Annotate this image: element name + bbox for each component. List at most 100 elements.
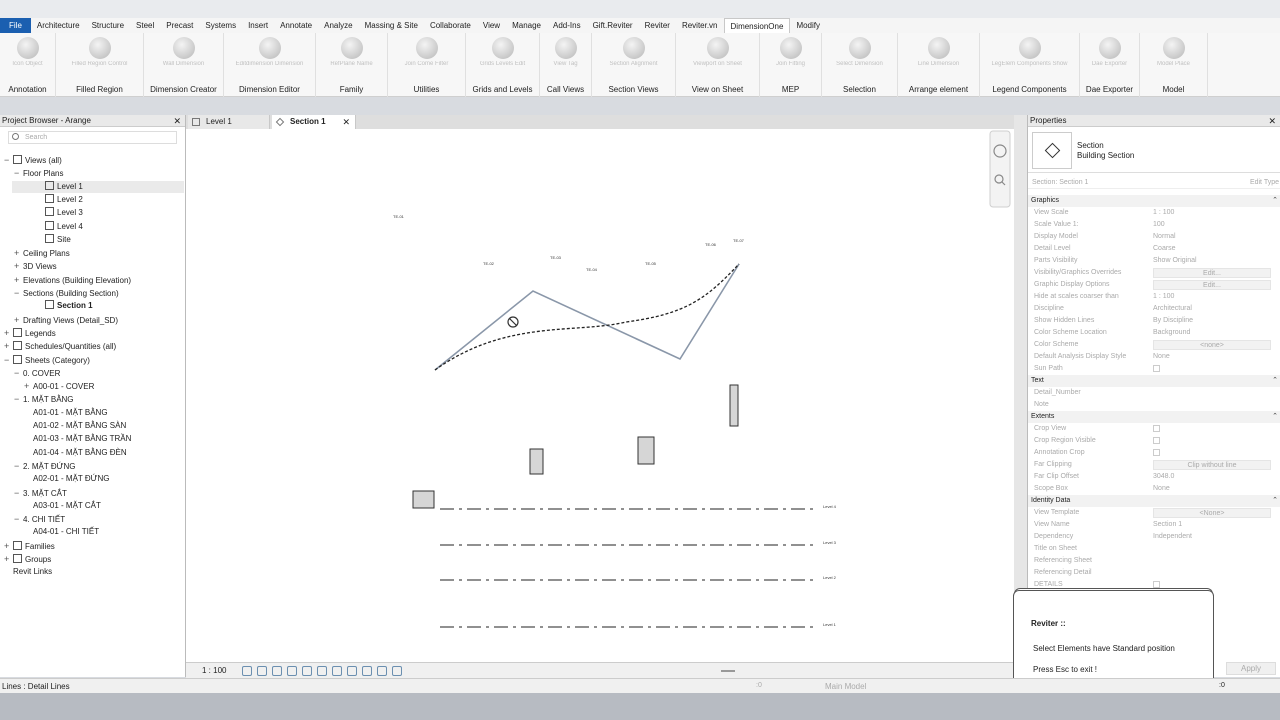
tree-item[interactable]: A04-01 - CHI TIẾT: [24, 526, 99, 538]
property-value[interactable]: Independent: [1153, 531, 1192, 543]
menu-tab-gift-reviter[interactable]: Gift.Reviter: [587, 18, 639, 33]
filter-count[interactable]: :0: [1219, 682, 1225, 689]
tool-button-label[interactable]: Join Come Filter: [388, 61, 465, 67]
tool-button-label[interactable]: Filled Region Control: [56, 61, 143, 67]
property-value[interactable]: Show Original: [1153, 255, 1197, 267]
expand-icon[interactable]: +: [14, 314, 23, 326]
tree-item[interactable]: A01-04 - MẶT BẰNG ĐÈN: [24, 447, 127, 459]
tree-item[interactable]: +3D Views: [14, 260, 57, 272]
close-icon[interactable]: ✕: [342, 115, 350, 129]
tree-item[interactable]: − Views (all): [4, 154, 62, 166]
show-crop-icon[interactable]: [317, 666, 327, 676]
tree-item[interactable]: Section 1: [36, 300, 93, 312]
tool-icon[interactable]: [16, 37, 39, 59]
menu-tab-reviter[interactable]: Reviter: [639, 18, 676, 33]
tool-button-label[interactable]: Editdimension Dimension: [224, 61, 315, 67]
property-value[interactable]: Normal: [1153, 231, 1176, 243]
tool-button-label[interactable]: RefPlane Name: [316, 61, 387, 67]
collapse-icon[interactable]: −: [4, 154, 13, 166]
collapse-icon[interactable]: −: [14, 460, 23, 472]
close-icon[interactable]: ✕: [1268, 115, 1276, 127]
tool-icon[interactable]: [848, 37, 871, 59]
tree-item[interactable]: Level 2: [36, 193, 83, 206]
expand-icon[interactable]: +: [14, 260, 23, 272]
tree-item[interactable]: + Ceiling Plans: [14, 247, 70, 259]
tree-item[interactable]: −3. MẶT CẮT: [14, 487, 67, 499]
collapse-icon[interactable]: −: [14, 167, 23, 179]
visual-style-icon[interactable]: [257, 666, 267, 676]
tree-item[interactable]: + Families: [4, 540, 55, 552]
menu-tab-reviter-vn[interactable]: Reviter.vn: [676, 18, 724, 33]
tool-icon[interactable]: [491, 37, 514, 59]
property-edit-button[interactable]: <none>: [1153, 340, 1271, 350]
instance-filter[interactable]: Section: Section 1 Edit Type: [1028, 177, 1280, 189]
tool-icon[interactable]: [706, 37, 729, 59]
tool-icon[interactable]: [258, 37, 281, 59]
menu-tab-insert[interactable]: Insert: [242, 18, 274, 33]
menu-tab-dimensionone[interactable]: DimensionOne: [723, 18, 791, 33]
property-value[interactable]: Architectural: [1153, 303, 1192, 315]
menu-tab-view[interactable]: View: [477, 18, 506, 33]
tool-icon[interactable]: [554, 37, 577, 59]
property-edit-button[interactable]: Clip without line: [1153, 460, 1271, 470]
tree-item[interactable]: + Drafting Views (Detail_SD): [14, 314, 118, 326]
collapse-icon[interactable]: −: [4, 354, 13, 366]
tool-button-label[interactable]: Icon Object: [0, 61, 55, 67]
detail-level-icon[interactable]: [242, 666, 252, 676]
close-icon[interactable]: ✕: [173, 115, 181, 127]
menu-tab-architecture[interactable]: Architecture: [31, 18, 86, 33]
property-value[interactable]: 1 : 100: [1153, 291, 1174, 303]
tool-icon[interactable]: [1018, 37, 1041, 59]
reveal-constraints-icon[interactable]: [392, 666, 402, 676]
property-edit-button[interactable]: Edit...: [1153, 280, 1271, 290]
property-checkbox[interactable]: [1153, 449, 1160, 456]
tool-icon[interactable]: [415, 37, 438, 59]
collapse-icon[interactable]: −: [14, 487, 23, 499]
horizontal-scrollbar[interactable]: [721, 670, 735, 672]
tool-button-label[interactable]: View Tag: [540, 61, 591, 67]
collapse-icon[interactable]: −: [14, 393, 23, 405]
menu-tab-file[interactable]: File: [0, 18, 31, 33]
temporary-hide-icon[interactable]: [332, 666, 342, 676]
search-input[interactable]: Search: [8, 131, 177, 144]
view-scale[interactable]: 1 : 100: [202, 666, 226, 675]
tree-item[interactable]: Revit Links: [4, 566, 52, 578]
property-value[interactable]: Coarse: [1153, 243, 1176, 255]
tool-icon[interactable]: [779, 37, 802, 59]
collapse-icon[interactable]: −: [14, 367, 23, 379]
tool-icon[interactable]: [1162, 37, 1185, 59]
tree-item[interactable]: −0. COVER: [14, 367, 60, 379]
shadows-icon[interactable]: [287, 666, 297, 676]
property-checkbox[interactable]: [1153, 365, 1160, 372]
property-group[interactable]: Extents ⌃: [1028, 411, 1280, 423]
reveal-hidden-icon[interactable]: [347, 666, 357, 676]
tree-item[interactable]: A03-01 - MẶT CẮT: [24, 500, 101, 512]
property-value[interactable]: Background: [1153, 327, 1190, 339]
property-value[interactable]: None: [1153, 483, 1170, 495]
menu-tab-collaborate[interactable]: Collaborate: [424, 18, 477, 33]
property-checkbox[interactable]: [1153, 437, 1160, 444]
property-value[interactable]: None: [1153, 351, 1170, 363]
tab-level-1[interactable]: Level 1: [188, 115, 270, 129]
tree-item[interactable]: −4. CHI TIẾT: [14, 513, 65, 525]
expand-icon[interactable]: +: [24, 380, 33, 392]
property-group[interactable]: Identity Data ⌃: [1028, 495, 1280, 507]
property-group[interactable]: Text ⌃: [1028, 375, 1280, 387]
tree-item[interactable]: Site: [36, 233, 71, 246]
property-edit-button[interactable]: <None>: [1153, 508, 1271, 518]
tool-button-label[interactable]: Join Fitting: [760, 61, 821, 67]
tree-item[interactable]: − Sheets (Category): [4, 354, 90, 366]
apply-button[interactable]: Apply: [1226, 662, 1276, 675]
expand-icon[interactable]: +: [4, 327, 13, 339]
tool-icon[interactable]: [622, 37, 645, 59]
menu-tab-annotate[interactable]: Annotate: [274, 18, 318, 33]
active-model[interactable]: Main Model: [825, 682, 866, 691]
tool-icon[interactable]: [1098, 37, 1121, 59]
tree-item[interactable]: −2. MẶT ĐỨNG: [14, 460, 75, 472]
tree-item[interactable]: + A00-01 - COVER: [24, 380, 94, 392]
property-value[interactable]: Section 1: [1153, 519, 1182, 531]
collapse-icon[interactable]: ⌃: [1272, 195, 1278, 207]
tree-item[interactable]: + Groups: [4, 553, 51, 565]
tree-item[interactable]: A01-03 - MẶT BẰNG TRẦN: [24, 433, 131, 445]
tree-item[interactable]: A01-02 - MẶT BẰNG SÀN: [24, 420, 126, 432]
